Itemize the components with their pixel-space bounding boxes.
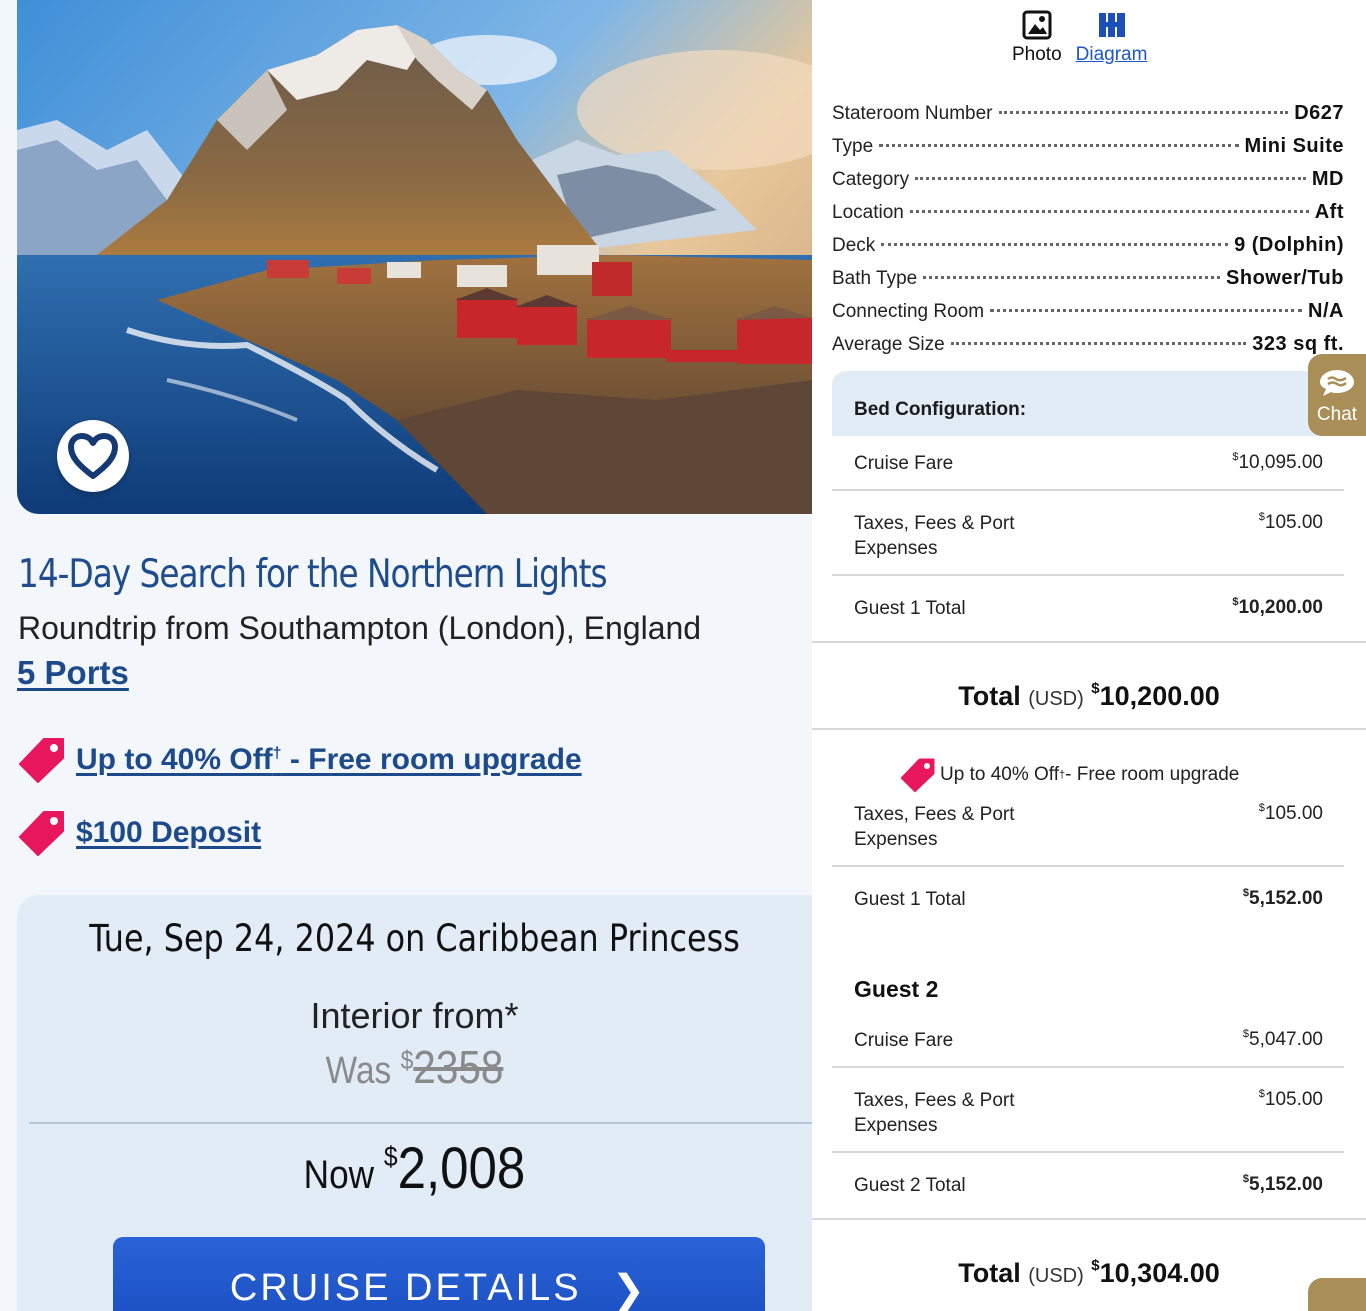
chevron-right-icon: ❯ xyxy=(611,1268,649,1311)
divider xyxy=(832,1066,1344,1068)
cruise-fare-row: Cruise Fare $5,047.00 xyxy=(854,1028,1323,1051)
spec-row: Category MD xyxy=(832,168,1344,190)
guest-2-total-row: Guest 2 Total $5,152.00 xyxy=(854,1173,1323,1196)
taxes-fees-row: Taxes, Fees & Port Expenses $105.00 xyxy=(854,511,1323,559)
total-price: Total (USD) $10,304.00 xyxy=(958,1257,1220,1288)
stateroom-panel: Photo Diagram Stateroom Number D627 Type M… xyxy=(812,0,1366,1311)
divider xyxy=(812,641,1366,643)
divider xyxy=(832,489,1344,491)
divider xyxy=(812,728,1366,730)
spec-row: Deck 9 (Dolphin) xyxy=(832,234,1344,256)
favorite-button[interactable] xyxy=(57,420,129,492)
now-price: Now $2,008 xyxy=(303,1136,526,1201)
taxes-fees-row: Taxes, Fees & Port Expenses $105.00 xyxy=(854,802,1323,850)
total-price: Total (USD) $10,200.00 xyxy=(958,680,1220,711)
spec-row: Average Size 323 sq ft. xyxy=(832,333,1344,355)
itinerary-panel: 14-Day Search for the Northern Lights Ro… xyxy=(0,0,812,1311)
promo-offer-link[interactable]: Up to 40% Off† - Free room upgrade xyxy=(76,743,582,777)
photo-toggle[interactable]: Photo xyxy=(1012,10,1062,66)
promo-offer-upgrade[interactable]: Up to 40% Off† - Free room upgrade xyxy=(18,735,582,785)
guest-1-total-row: Guest 1 Total $5,152.00 xyxy=(854,887,1323,910)
divider xyxy=(832,1151,1344,1153)
sailing-date-ship: Tue, Sep 24, 2024 on Caribbean Princess xyxy=(89,917,740,960)
was-price: Was $2358 xyxy=(325,1041,504,1093)
photo-icon xyxy=(1022,10,1052,40)
divider xyxy=(832,574,1344,576)
divider xyxy=(29,1122,812,1124)
spec-row: Stateroom Number D627 xyxy=(832,102,1344,124)
view-toggle: Photo Diagram xyxy=(1012,10,1147,66)
chat-button[interactable]: Chat xyxy=(1308,354,1366,436)
promo-deposit[interactable]: $100 Deposit xyxy=(18,808,261,858)
chat-label: Chat xyxy=(1316,404,1358,425)
promo-deposit-link[interactable]: $100 Deposit xyxy=(76,816,261,850)
photo-label: Photo xyxy=(1012,44,1062,65)
guest-1-total-row: Guest 1 Total $10,200.00 xyxy=(854,596,1323,619)
price-tag-icon xyxy=(19,811,64,856)
chat-bubble-icon xyxy=(1320,370,1354,396)
diagram-icon xyxy=(1098,13,1125,37)
cruise-route: Roundtrip from Southampton (London), Eng… xyxy=(18,610,702,646)
cruise-details-button[interactable]: CRUISE DETAILS ❯ xyxy=(113,1237,765,1311)
cruise-hero-image[interactable] xyxy=(17,0,812,514)
divider xyxy=(812,1218,1366,1220)
heart-icon xyxy=(68,433,118,479)
bed-configuration-header: Bed Configuration: xyxy=(832,371,1322,436)
spec-row: Bath Type Shower/Tub xyxy=(832,267,1344,289)
divider xyxy=(832,865,1344,867)
diagram-toggle[interactable]: Diagram xyxy=(1075,10,1148,66)
ports-link[interactable]: 5 Ports xyxy=(17,654,129,692)
spec-row: Type Mini Suite xyxy=(832,135,1344,157)
stateroom-specs: Stateroom Number D627 Type Mini Suite Cate… xyxy=(832,102,1344,366)
lofoten-landscape-image xyxy=(17,0,812,514)
cruise-title: 14-Day Search for the Northern Lights xyxy=(18,552,608,597)
cruise-details-label: CRUISE DETAILS xyxy=(229,1267,582,1309)
sailing-card: Tue, Sep 24, 2024 on Caribbean Princess … xyxy=(17,895,812,1311)
promo-upgrade-note: Up to 40% Off † - Free room upgrade xyxy=(900,757,1239,793)
guest-2-heading: Guest 2 xyxy=(854,976,939,1002)
spec-row: Location Aft xyxy=(832,201,1344,223)
price-tag-icon xyxy=(19,738,64,783)
taxes-fees-row: Taxes, Fees & Port Expenses $105.00 xyxy=(854,1088,1323,1136)
diagram-label: Diagram xyxy=(1075,44,1148,65)
price-tag-icon xyxy=(900,758,935,793)
cruise-fare-row: Cruise Fare $10,095.00 xyxy=(854,451,1323,474)
spec-row: Connecting Room N/A xyxy=(832,300,1344,322)
room-type-from: Interior from* xyxy=(310,995,519,1036)
chat-button-partial[interactable] xyxy=(1308,1278,1366,1311)
